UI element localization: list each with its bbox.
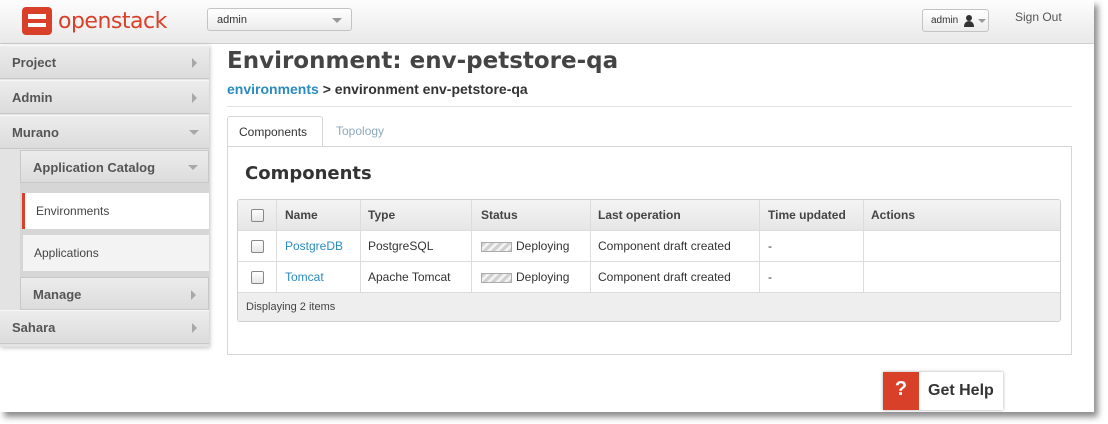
breadcrumb-separator: > — [318, 81, 335, 97]
last-operation-cell: Component draft created — [590, 231, 759, 262]
sidebar: Project Admin Murano Application Catalog… — [0, 45, 209, 347]
component-name-link[interactable]: Tomcat — [285, 270, 324, 284]
actions-cell — [863, 231, 1060, 262]
chevron-right-icon — [191, 290, 196, 300]
sidebar-item-project[interactable]: Project — [0, 45, 209, 79]
column-header-type[interactable]: Type — [360, 200, 471, 231]
tab-topology[interactable]: Topology — [325, 116, 395, 147]
sidebar-item-label: Environments — [36, 204, 110, 218]
table-row: Tomcat Apache Tomcat Deploying Component… — [238, 262, 1060, 293]
column-header-time-updated[interactable]: Time updated — [759, 200, 863, 231]
column-header-actions: Actions — [863, 200, 1060, 231]
sidebar-item-murano[interactable]: Murano — [0, 115, 209, 149]
time-updated-cell: - — [759, 231, 863, 262]
sidebar-item-label: Project — [12, 55, 57, 70]
time-updated-cell: - — [759, 262, 863, 293]
top-bar: openstack admin admin Sign Out — [0, 0, 1094, 44]
type-cell: Apache Tomcat — [360, 262, 471, 293]
column-header-name[interactable]: Name — [276, 200, 360, 231]
chevron-right-icon — [192, 58, 197, 68]
sidebar-item-label: Application Catalog — [33, 160, 156, 175]
progress-icon — [481, 273, 512, 283]
question-icon: ? — [883, 372, 919, 410]
status-text: Deploying — [516, 239, 570, 253]
murano-submenu: Application Catalog Environments Applica… — [20, 150, 209, 310]
last-operation-cell: Component draft created — [590, 262, 759, 293]
table-footer: Displaying 2 items — [238, 293, 1060, 321]
sidebar-item-environments[interactable]: Environments — [22, 193, 209, 229]
sidebar-item-application-catalog[interactable]: Application Catalog — [20, 150, 209, 183]
status-text: Deploying — [516, 270, 570, 284]
components-table: Name Type Status Last operation Time upd… — [237, 199, 1061, 322]
sidebar-item-applications[interactable]: Applications — [23, 235, 209, 271]
status-cell: Deploying — [471, 231, 590, 262]
tab-components[interactable]: Components — [227, 116, 323, 147]
row-checkbox[interactable] — [251, 271, 264, 284]
status-cell: Deploying — [471, 262, 590, 293]
row-select-cell — [238, 231, 276, 262]
sidebar-item-sahara[interactable]: Sahara — [0, 310, 209, 344]
select-all-checkbox[interactable] — [251, 209, 264, 222]
type-cell: PostgreSQL — [360, 231, 471, 262]
row-select-cell — [238, 262, 276, 293]
user-icon — [963, 15, 974, 27]
window: openstack admin admin Sign Out Project A… — [0, 0, 1094, 412]
sign-out-link[interactable]: Sign Out — [1015, 10, 1062, 24]
get-help-label: Get Help — [928, 382, 994, 399]
column-header-status[interactable]: Status — [471, 200, 590, 231]
sidebar-item-label: Sahara — [12, 320, 56, 335]
user-menu-button[interactable]: admin — [922, 9, 989, 32]
chevron-right-icon — [192, 93, 197, 103]
get-help-button[interactable]: ? Get Help — [883, 372, 1003, 410]
panel-title: Components — [245, 163, 372, 184]
sidebar-item-label: Admin — [12, 90, 53, 105]
project-select-value: admin — [217, 14, 247, 26]
chevron-right-icon — [192, 323, 197, 333]
breadcrumb-current: environment env-petstore-qa — [334, 81, 528, 97]
openstack-logo[interactable]: openstack — [22, 6, 167, 36]
sidebar-item-label: Applications — [34, 246, 99, 260]
name-cell: PostgreDB — [276, 231, 360, 262]
chevron-down-icon — [332, 18, 342, 23]
sidebar-item-admin[interactable]: Admin — [0, 80, 209, 114]
component-name-link[interactable]: PostgreDB — [285, 239, 343, 253]
sidebar-item-manage[interactable]: Manage — [20, 277, 209, 310]
sidebar-item-label: Murano — [12, 125, 59, 140]
page-title: Environment: env-petstore-qa — [227, 48, 619, 74]
user-menu-label: admin — [931, 15, 959, 26]
components-panel: Components Name Type Status Last operati… — [227, 146, 1072, 355]
table-header-row: Name Type Status Last operation Time upd… — [238, 200, 1060, 231]
divider — [227, 106, 1072, 107]
sidebar-item-label: Manage — [33, 287, 82, 302]
table-row: PostgreDB PostgreSQL Deploying Component… — [238, 231, 1060, 262]
main-content: Environment: env-petstore-qa environment… — [227, 44, 1072, 412]
breadcrumb: environments > environment env-petstore-… — [227, 81, 528, 97]
brand-name: openstack — [58, 8, 167, 34]
actions-cell — [863, 262, 1060, 293]
column-header-last-operation[interactable]: Last operation — [590, 200, 759, 231]
row-checkbox[interactable] — [251, 240, 264, 253]
name-cell: Tomcat — [276, 262, 360, 293]
chevron-down-icon — [978, 19, 986, 23]
chevron-down-icon — [189, 130, 199, 135]
openstack-logo-icon — [22, 7, 52, 35]
select-all-cell — [238, 200, 276, 231]
project-select[interactable]: admin — [207, 8, 352, 31]
chevron-down-icon — [188, 165, 198, 170]
breadcrumb-environments-link[interactable]: environments — [227, 81, 319, 97]
progress-icon — [481, 242, 512, 252]
